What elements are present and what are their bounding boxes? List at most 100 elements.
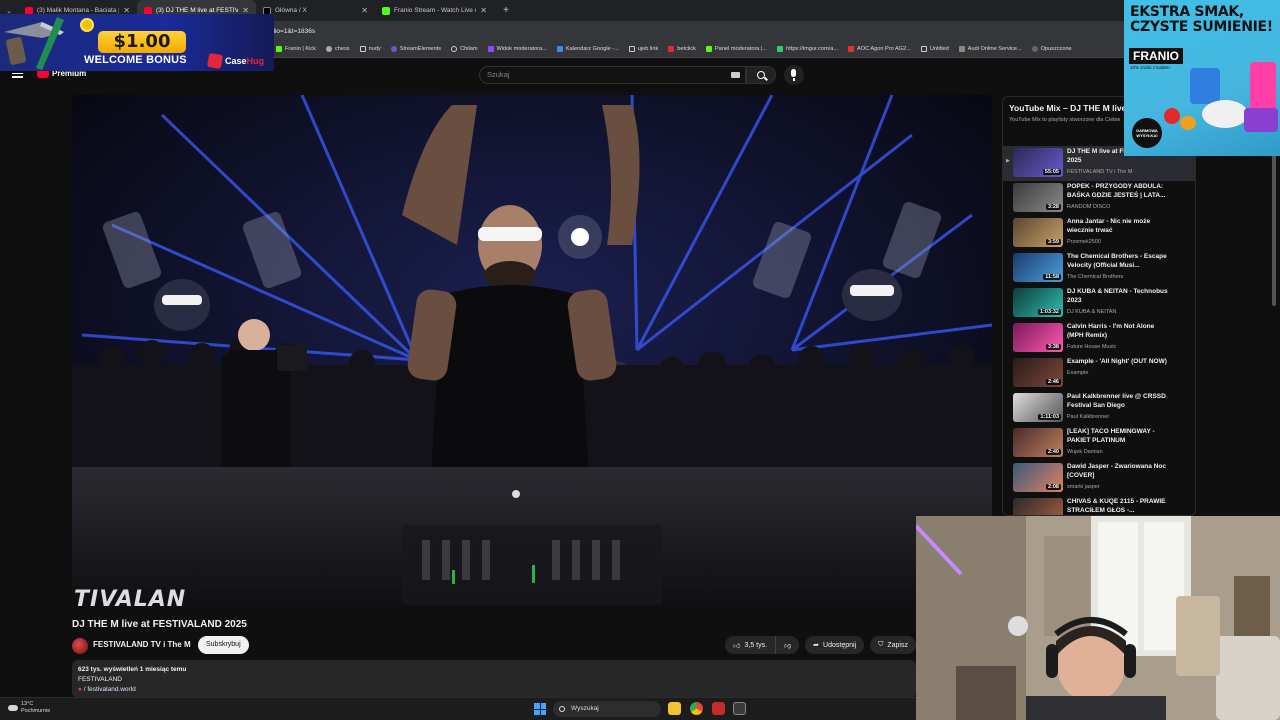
dislike-button[interactable]: 👎︎ bbox=[776, 636, 800, 654]
folder-icon bbox=[359, 46, 366, 52]
bookmark-label: Opuszczone bbox=[1040, 46, 1072, 52]
pin-icon: ● bbox=[78, 686, 82, 693]
bookmark[interactable]: Chilam bbox=[451, 46, 478, 52]
screen: ⌄ (3) Malik Montana - Baciata [Of... ✕ (… bbox=[0, 0, 1280, 720]
voice-search-button[interactable] bbox=[784, 65, 804, 85]
playlist-item[interactable]: 2:40 [LEAK] TACO HEMINGWAY - PAKIET PLATI… bbox=[1003, 426, 1195, 461]
ad-brand: FRANIO bbox=[1129, 48, 1183, 64]
bookmark[interactable]: StreamElements bbox=[390, 46, 441, 52]
channel-avatar[interactable] bbox=[72, 638, 88, 654]
bookmark[interactable]: chess bbox=[325, 46, 350, 52]
playlist-item-title[interactable]: Dawid Jasper - Zwariowana Noc [COVER] bbox=[1067, 462, 1171, 480]
playlist-item-title[interactable]: The Chemical Brothers - Escape Velocity … bbox=[1067, 252, 1171, 270]
ice-cream-tub-graphic bbox=[1244, 108, 1278, 132]
bookmark[interactable]: Opuszczone bbox=[1031, 46, 1072, 52]
bookmark[interactable]: Widok moderatora... bbox=[487, 46, 547, 52]
channel-name[interactable]: FESTIVALAND TV i The M bbox=[93, 640, 191, 649]
ice-cream-tub-graphic bbox=[1202, 100, 1248, 128]
streamelements-icon bbox=[390, 46, 397, 52]
playlist-item-title[interactable]: CHIVAS & KUQE 2115 - PRAWIE STRACIŁEM GŁ… bbox=[1067, 497, 1171, 515]
playlist-thumbnail[interactable]: 1:11:03 bbox=[1013, 393, 1063, 422]
playlist-item-title[interactable]: Paul Kalkbrenner live @ CRSSD Festival S… bbox=[1067, 392, 1171, 410]
like-button[interactable]: 👍︎ 3,5 tys. bbox=[725, 636, 777, 654]
new-tab-button[interactable]: + bbox=[498, 5, 514, 16]
share-button[interactable]: ➦ Udostępnij bbox=[805, 636, 865, 654]
like-dislike-group: 👍︎ 3,5 tys. 👎︎ bbox=[725, 636, 800, 654]
playlist-item-title[interactable]: [LEAK] TACO HEMINGWAY - PAKIET PLATINUM bbox=[1067, 427, 1171, 445]
close-icon[interactable]: ✕ bbox=[361, 6, 368, 15]
imgur-icon bbox=[777, 46, 784, 52]
playlist-thumbnail[interactable]: 3:59 bbox=[1013, 218, 1063, 247]
bookmark[interactable]: https://imgur.com/a... bbox=[777, 46, 838, 52]
bookmark[interactable]: Kalendarz Google -... bbox=[556, 46, 619, 52]
video-player[interactable]: TIVALAN bbox=[72, 95, 992, 612]
bookmark-label: Untitled bbox=[929, 46, 949, 52]
playlist-item-channel: Future House Music bbox=[1067, 344, 1117, 350]
video-watermark: TIVALAN bbox=[74, 587, 187, 612]
franio-ad-overlay: EKSTRA SMAK, CZYSTE SUMIENIE! FRANIO 10%… bbox=[1124, 0, 1280, 156]
app-icon[interactable] bbox=[712, 702, 725, 715]
description-box[interactable]: 623 tys. wyświetleń 1 miesiąc temu FESTI… bbox=[72, 660, 916, 698]
playlist-item-channel: FESTIVALAND TV i The M bbox=[1067, 169, 1133, 175]
playlist-item[interactable]: 11:58 The Chemical Brothers - Escape Velo… bbox=[1003, 251, 1195, 286]
bookmark-label: Audi Online Service... bbox=[967, 46, 1022, 52]
bookmark[interactable]: betclick bbox=[668, 46, 696, 52]
cloud-icon bbox=[8, 705, 18, 711]
playlist-item[interactable]: CHIVAS & KUQE 2115 - PRAWIE STRACIŁEM GŁ… bbox=[1003, 496, 1195, 515]
description-link[interactable]: ● / festivaland.world bbox=[78, 685, 910, 695]
browser-tab[interactable]: Franio Stream - Watch Live on K... ✕ bbox=[375, 0, 494, 21]
playlist-item-channel: Paul Kalkbrenner bbox=[1067, 414, 1110, 420]
taskbar-search-input[interactable]: Wyszukaj bbox=[553, 701, 661, 717]
bookmark-label: Panel moderatora |... bbox=[714, 46, 768, 52]
playlist-thumbnail[interactable]: 11:58 bbox=[1013, 253, 1063, 282]
playlist-item-text: POPEK - PRZYGODY ABDULA: BAŚKA GDZIE JES… bbox=[1067, 182, 1171, 210]
playlist-item-title[interactable]: Calvin Harris - I'm Not Alone (MPH Remix… bbox=[1067, 322, 1171, 340]
playlist-item-title[interactable]: DJ KUBA & NEITAN - Technobus 2023 bbox=[1067, 287, 1171, 305]
bookmark[interactable]: nudy bbox=[359, 46, 381, 52]
app-icon[interactable] bbox=[733, 702, 746, 715]
playlist-item-channel: smarki jasper bbox=[1067, 484, 1100, 490]
search-button[interactable] bbox=[746, 66, 776, 84]
playlist-thumbnail[interactable]: 2:40 bbox=[1013, 428, 1063, 457]
close-icon[interactable]: ✕ bbox=[480, 6, 487, 15]
playlist-thumbnail[interactable]: 2:08 bbox=[1013, 463, 1063, 492]
video-actions: 👍︎ 3,5 tys. 👎︎ ➦ Udostępnij ⛉ Zapisz bbox=[725, 636, 916, 654]
playlist-thumbnail[interactable]: 3:38 bbox=[1013, 323, 1063, 352]
playlist-thumbnail[interactable]: 55:05 bbox=[1013, 148, 1063, 177]
aoc-icon bbox=[848, 46, 855, 52]
playlist-item[interactable]: 3:59 Anna Jantar - Nic nie może wiecznie … bbox=[1003, 216, 1195, 251]
subscribe-button[interactable]: Subskrybuj bbox=[198, 636, 249, 654]
file-explorer-icon[interactable] bbox=[668, 702, 681, 715]
bookmark[interactable]: Untitled bbox=[920, 46, 949, 52]
playlist-thumbnail[interactable] bbox=[1013, 498, 1063, 515]
playlist-item[interactable]: 1:11:03 Paul Kalkbrenner live @ CRSSD Fes… bbox=[1003, 391, 1195, 426]
betclic-icon bbox=[668, 46, 675, 52]
save-label: Zapisz bbox=[887, 641, 908, 649]
bookmark[interactable]: AOC Agon Pro AG2... bbox=[848, 46, 911, 52]
playlist-item-title[interactable]: Example - 'All Night' (OUT NOW) bbox=[1067, 357, 1171, 366]
playlist-item-title[interactable]: POPEK - PRZYGODY ABDULA: BAŚKA GDZIE JES… bbox=[1067, 182, 1171, 200]
playlist-item[interactable]: 3:28 POPEK - PRZYGODY ABDULA: BAŚKA GDZIE… bbox=[1003, 181, 1195, 216]
bookmark[interactable]: ujeb link bbox=[628, 46, 658, 52]
playlist-thumbnail[interactable]: 3:28 bbox=[1013, 183, 1063, 212]
weather-widget[interactable]: 13°C Pochmurnie bbox=[8, 701, 50, 715]
playlist-item[interactable]: 2:46 Example - 'All Night' (OUT NOW) Examp… bbox=[1003, 356, 1195, 391]
windows-start-icon[interactable] bbox=[534, 703, 546, 715]
casehug-cube-icon bbox=[206, 52, 224, 70]
chrome-icon[interactable] bbox=[690, 702, 703, 715]
bookmark-label: https://imgur.com/a... bbox=[786, 46, 839, 52]
playlist-thumbnail[interactable]: 2:46 bbox=[1013, 358, 1063, 387]
playlist-item[interactable]: 3:38 Calvin Harris - I'm Not Alone (MPH R… bbox=[1003, 321, 1195, 356]
playlist-item[interactable]: 1:03:32 DJ KUBA & NEITAN - Technobus 2023… bbox=[1003, 286, 1195, 321]
keyboard-icon[interactable] bbox=[731, 72, 740, 78]
bookmark[interactable]: Panel moderatora |... bbox=[705, 46, 768, 52]
search-input[interactable]: Szukaj bbox=[479, 66, 746, 84]
thumbs-up-icon: 👍︎ bbox=[733, 642, 741, 650]
ice-cream-tub-graphic bbox=[1190, 68, 1220, 104]
playlist-item[interactable]: 2:08 Dawid Jasper - Zwariowana Noc [COVER… bbox=[1003, 461, 1195, 496]
save-button[interactable]: ⛉ Zapisz bbox=[870, 636, 916, 654]
bookmark[interactable]: Franio | Kick bbox=[276, 46, 316, 52]
bookmark[interactable]: Audi Online Service... bbox=[958, 46, 1022, 52]
playlist-thumbnail[interactable]: 1:03:32 bbox=[1013, 288, 1063, 317]
playlist-item-title[interactable]: Anna Jantar - Nic nie może wiecznie trwa… bbox=[1067, 217, 1171, 235]
